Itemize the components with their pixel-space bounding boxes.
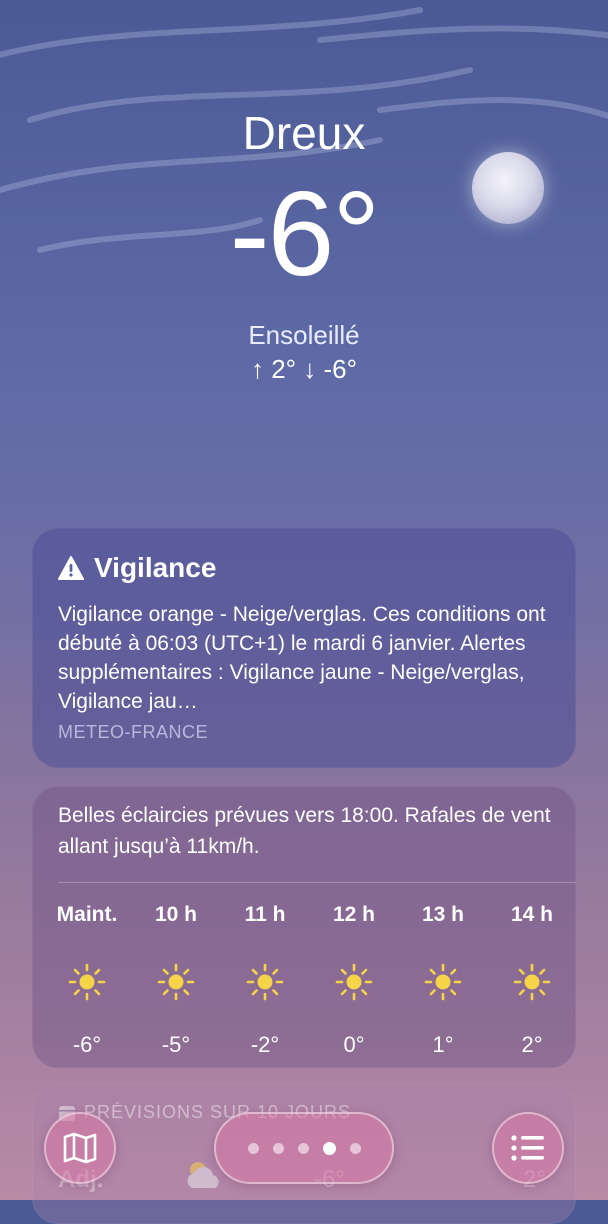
vigilance-text: Vigilance orange - Neige/verglas. Ces co… xyxy=(58,603,546,713)
warning-triangle-icon xyxy=(58,556,84,580)
weather-condition: Ensoleillé xyxy=(248,320,360,350)
sun-icon xyxy=(157,963,195,1001)
hour-item: Maint. -6° xyxy=(42,900,132,1058)
hour-item: 12 h 0° xyxy=(309,900,399,1058)
hour-temperature: 0° xyxy=(343,1032,365,1057)
hour-label: 10 h xyxy=(154,903,198,926)
sun-icon xyxy=(335,963,373,1001)
list-icon xyxy=(511,1135,544,1161)
city-name: Dreux xyxy=(242,107,366,159)
map-button[interactable] xyxy=(44,1112,116,1184)
hour-label: 11 h xyxy=(244,903,286,926)
hourly-forecast-card[interactable]: Belles éclaircies prévues vers 18:00. Ra… xyxy=(32,786,576,1068)
vigilance-source: METEO-FRANCE xyxy=(58,722,208,742)
page-dot-active[interactable] xyxy=(322,1141,336,1155)
hour-item: 13 h 1° xyxy=(398,900,488,1058)
page-dot[interactable] xyxy=(349,1142,361,1154)
page-dot[interactable] xyxy=(247,1142,259,1154)
sun-icon xyxy=(513,963,551,1001)
hourly-list[interactable]: Maint. -6° 10 h -5° 11 h -2° 12 h 0° 13 … xyxy=(42,900,576,1060)
hour-temperature: 1° xyxy=(432,1032,454,1057)
hour-label: 14 h xyxy=(510,903,554,926)
vigilance-title: Vigilance xyxy=(94,552,217,583)
city-list-button[interactable] xyxy=(492,1112,564,1184)
page-dot[interactable] xyxy=(297,1142,309,1154)
hour-temperature: -5° xyxy=(161,1032,191,1057)
vigilance-card[interactable]: Vigilance Vigilance orange - Neige/vergl… xyxy=(32,528,576,768)
current-temperature: -6° xyxy=(229,167,381,301)
hour-label: 13 h xyxy=(421,903,465,926)
hourly-summary: Belles éclaircies prévues vers 18:00. Ra… xyxy=(58,804,551,858)
page-dot[interactable] xyxy=(272,1142,284,1154)
map-icon xyxy=(63,1132,97,1164)
hour-temperature: -2° xyxy=(250,1032,280,1057)
page-indicator[interactable] xyxy=(214,1112,394,1184)
hour-item: 11 h -2° xyxy=(220,900,310,1058)
hour-label: Maint. xyxy=(56,903,118,926)
hour-label: 12 h xyxy=(332,903,376,926)
sun-icon xyxy=(424,963,462,1001)
divider xyxy=(58,882,576,883)
vigilance-header: Vigilance xyxy=(58,552,216,584)
hour-item: 10 h -5° xyxy=(131,900,221,1058)
hour-temperature: 2° xyxy=(521,1032,543,1057)
hour-item: 14 h 2° xyxy=(487,900,577,1058)
high-low-temperature: ↑ 2° ↓ -6° xyxy=(250,354,358,384)
sun-icon xyxy=(246,963,284,1001)
sun-icon xyxy=(68,963,106,1001)
hour-temperature: -6° xyxy=(72,1032,102,1057)
